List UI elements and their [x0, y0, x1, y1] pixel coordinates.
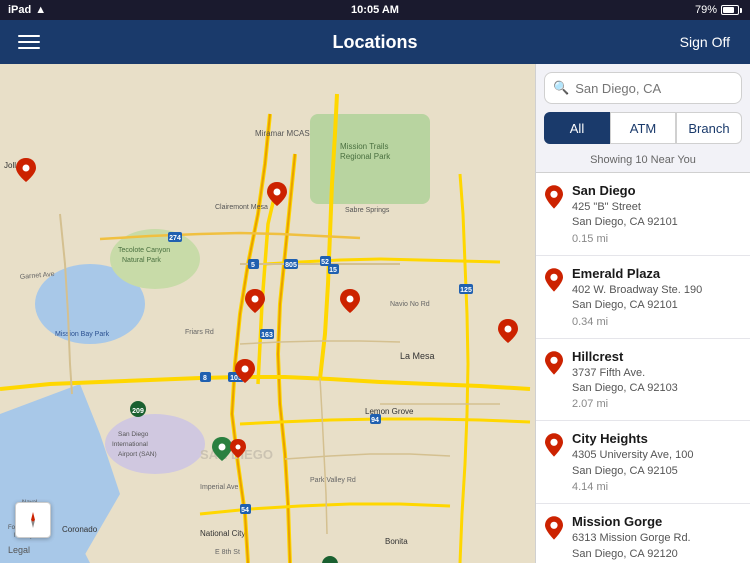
svg-text:163: 163 [261, 332, 273, 339]
nav-bar: Locations Sign Off [0, 20, 750, 64]
location-item[interactable]: Emerald Plaza 402 W. Broadway Ste. 190Sa… [536, 256, 750, 339]
sign-off-button[interactable]: Sign Off [672, 30, 738, 54]
filter-bar: All ATM Branch [536, 112, 750, 150]
location-pin-icon [544, 351, 564, 375]
location-item[interactable]: City Heights 4305 University Ave, 100San… [536, 421, 750, 504]
svg-text:54: 54 [241, 507, 249, 514]
location-distance: 0.15 mi [572, 233, 742, 245]
svg-text:Regional Park: Regional Park [340, 152, 391, 161]
location-address: 3737 Fifth Ave.San Diego, CA 92103 [572, 366, 742, 397]
svg-text:E 8th St: E 8th St [215, 549, 240, 556]
location-item[interactable]: Mission Gorge 6313 Mission Gorge Rd.San … [536, 504, 750, 563]
location-distance: 4.14 mi [572, 481, 742, 493]
location-address: 6313 Mission Gorge Rd.San Diego, CA 9212… [572, 531, 742, 562]
location-list: San Diego 425 "B" StreetSan Diego, CA 92… [536, 173, 750, 563]
svg-text:Sabre Springs: Sabre Springs [345, 207, 390, 214]
svg-text:Bonita: Bonita [385, 537, 408, 546]
svg-text:5: 5 [251, 262, 255, 269]
svg-text:Friars Rd: Friars Rd [185, 329, 214, 336]
svg-text:International: International [112, 441, 148, 448]
svg-text:Imperial Ave: Imperial Ave [200, 484, 238, 491]
svg-text:Mission Trails: Mission Trails [340, 142, 388, 151]
status-time: 10:05 AM [351, 4, 399, 16]
svg-text:National City: National City [200, 529, 245, 538]
location-address: 425 "B" StreetSan Diego, CA 92101 [572, 200, 742, 231]
svg-text:Tecolote Canyon: Tecolote Canyon [118, 247, 170, 254]
svg-text:94: 94 [371, 417, 379, 424]
location-distance: 0.34 mi [572, 316, 742, 328]
svg-text:8: 8 [203, 375, 207, 382]
location-pin-icon [544, 433, 564, 457]
location-address: 4305 University Ave, 100San Diego, CA 92… [572, 448, 742, 479]
location-info: San Diego 425 "B" StreetSan Diego, CA 92… [572, 183, 742, 245]
location-name: Hillcrest [572, 349, 742, 364]
filter-all-button[interactable]: All [544, 112, 610, 144]
location-distance: 2.07 mi [572, 398, 742, 410]
location-name: Mission Gorge [572, 514, 742, 529]
location-info: Emerald Plaza 402 W. Broadway Ste. 190Sa… [572, 266, 742, 328]
svg-text:Airport (SAN): Airport (SAN) [118, 451, 157, 458]
svg-text:805: 805 [285, 262, 297, 269]
compass-button[interactable] [15, 502, 51, 538]
location-info: City Heights 4305 University Ave, 100San… [572, 431, 742, 493]
svg-text:San Diego: San Diego [118, 431, 149, 438]
search-container: 🔍 San Diego, CA [536, 64, 750, 112]
search-input[interactable]: San Diego, CA [575, 81, 733, 96]
location-item[interactable]: Hillcrest 3737 Fifth Ave.San Diego, CA 9… [536, 339, 750, 422]
search-icon: 🔍 [553, 80, 569, 96]
svg-text:125: 125 [460, 287, 472, 294]
svg-text:Coronado: Coronado [62, 525, 98, 534]
map-area: Mission Trails Regional Park Tecolote Ca… [0, 64, 535, 563]
filter-atm-button[interactable]: ATM [610, 112, 676, 144]
svg-text:Natural Park: Natural Park [122, 257, 161, 264]
svg-text:Mission Bay Park: Mission Bay Park [55, 331, 110, 338]
filter-branch-button[interactable]: Branch [676, 112, 742, 144]
svg-text:Clairemont Mesa: Clairemont Mesa [215, 204, 268, 211]
right-panel: 🔍 San Diego, CA All ATM Branch Showing 1… [535, 64, 750, 563]
showing-label: Showing 10 Near You [536, 150, 750, 173]
location-item[interactable]: San Diego 425 "B" StreetSan Diego, CA 92… [536, 173, 750, 256]
legal-text: Legal [8, 545, 30, 555]
location-address: 402 W. Broadway Ste. 190San Diego, CA 92… [572, 283, 742, 314]
search-box[interactable]: 🔍 San Diego, CA [544, 72, 742, 104]
location-pin-icon [544, 185, 564, 209]
battery-percentage: 79% [695, 4, 717, 16]
location-name: City Heights [572, 431, 742, 446]
svg-text:209: 209 [132, 408, 144, 415]
svg-text:15: 15 [329, 267, 337, 274]
location-pin-icon [544, 516, 564, 540]
location-name: San Diego [572, 183, 742, 198]
location-info: Mission Gorge 6313 Mission Gorge Rd.San … [572, 514, 742, 563]
wifi-icon: ▲ [35, 4, 46, 16]
page-title: Locations [332, 32, 417, 53]
location-info: Hillcrest 3737 Fifth Ave.San Diego, CA 9… [572, 349, 742, 411]
svg-text:Park Valley Rd: Park Valley Rd [310, 477, 356, 484]
battery-icon [721, 5, 742, 15]
svg-text:La Mesa: La Mesa [400, 351, 435, 361]
svg-text:Navio No Rd: Navio No Rd [390, 301, 430, 308]
status-bar: iPad ▲ 10:05 AM 79% [0, 0, 750, 20]
location-pin-icon [544, 268, 564, 292]
carrier-label: iPad [8, 4, 31, 16]
svg-text:52: 52 [321, 259, 329, 266]
menu-button[interactable] [12, 29, 46, 55]
svg-text:Miramar MCAS: Miramar MCAS [255, 129, 310, 138]
location-name: Emerald Plaza [572, 266, 742, 281]
svg-text:274: 274 [169, 235, 181, 242]
